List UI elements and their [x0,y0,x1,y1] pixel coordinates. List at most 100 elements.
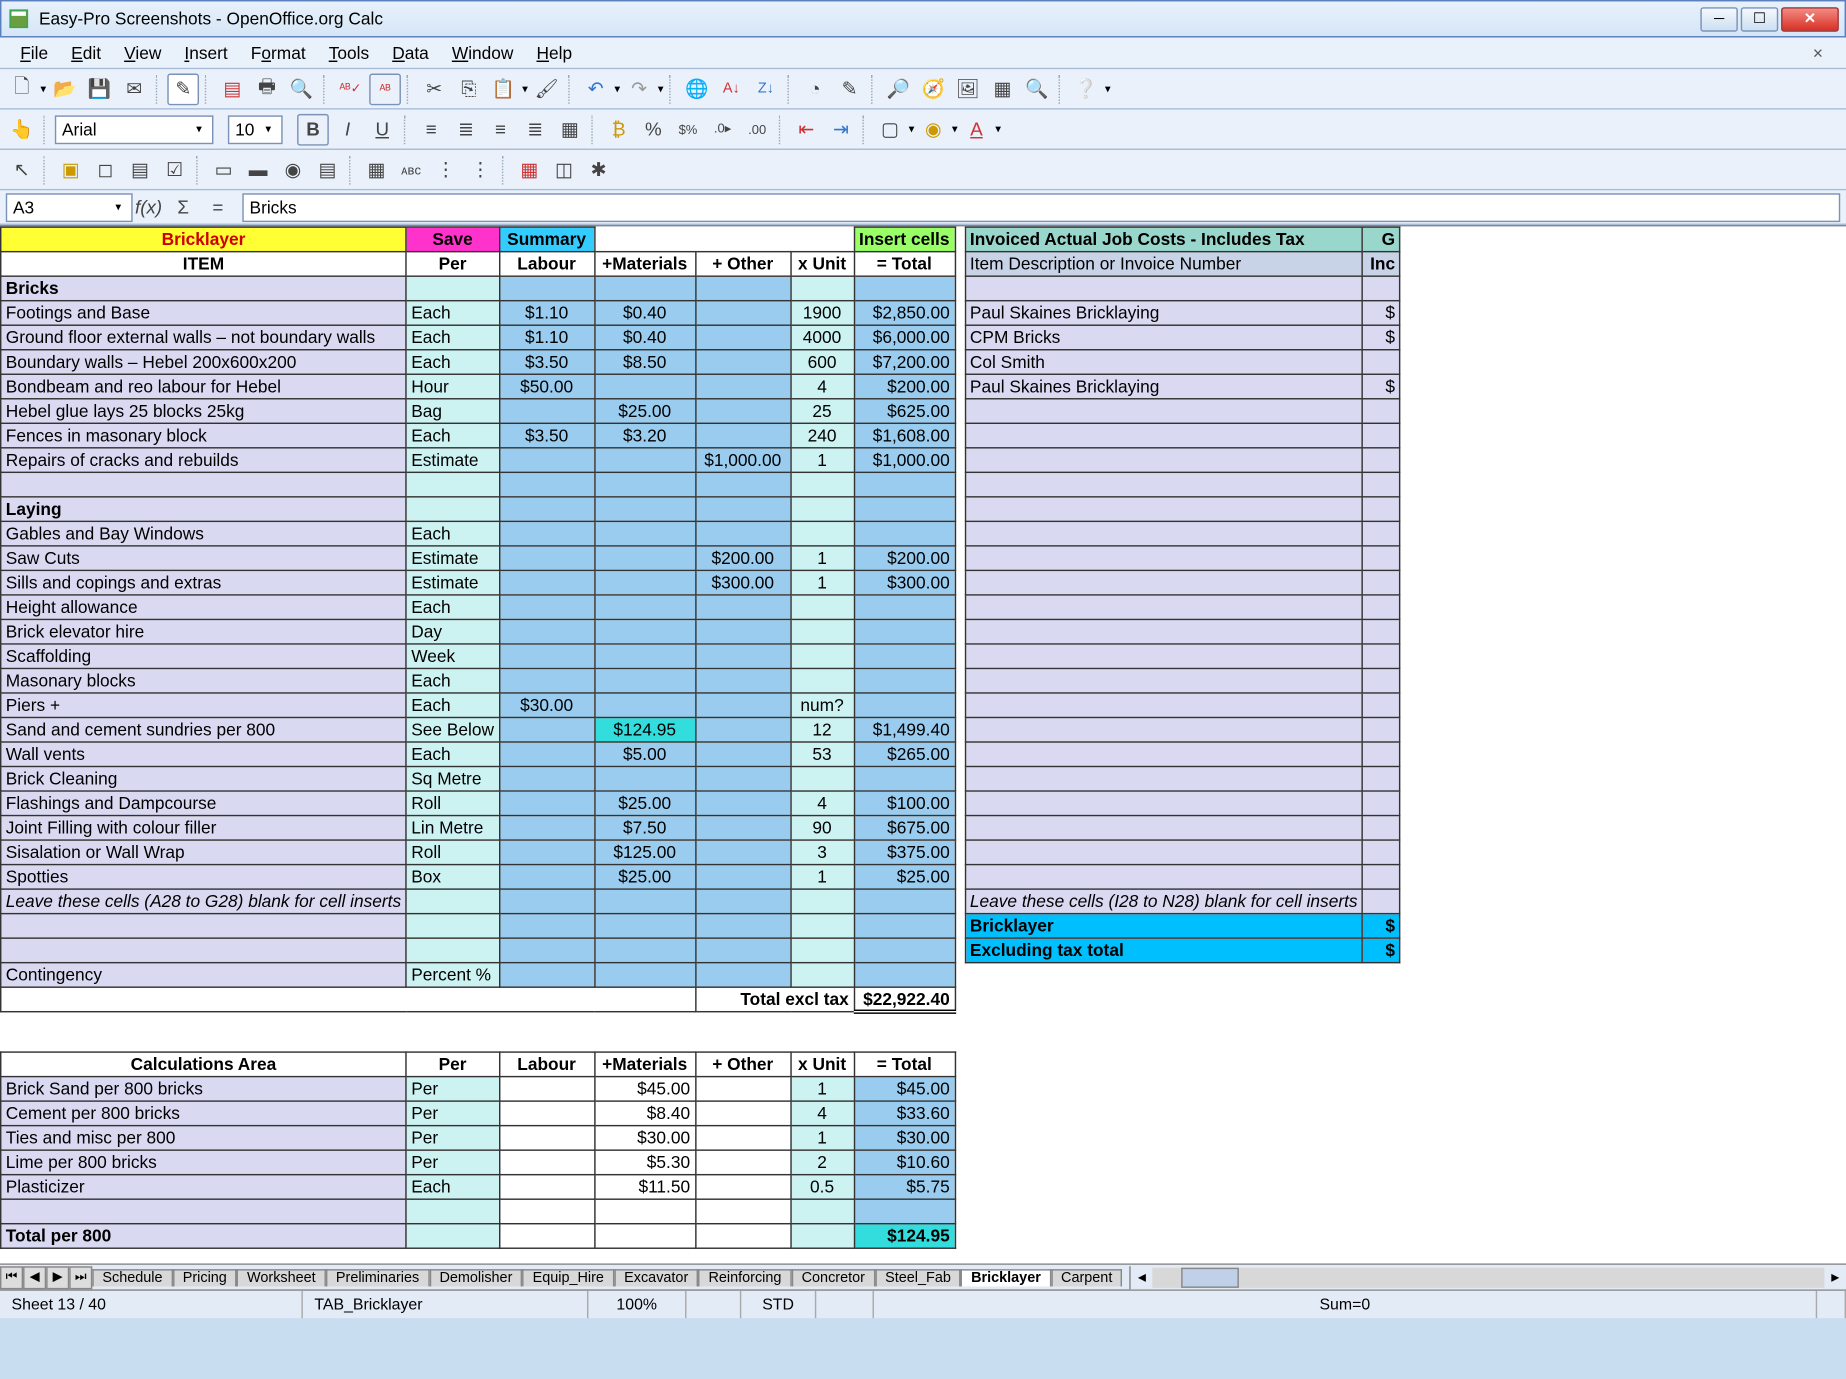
button-icon[interactable]: ▬ [242,154,274,186]
calc-cell[interactable] [499,1077,594,1102]
cell[interactable] [854,619,955,644]
calc-cell[interactable]: $30.00 [594,1126,695,1151]
invoice-cell[interactable]: Bricklayer [965,914,1363,939]
cell[interactable]: Roll [406,791,499,816]
status-mode[interactable]: STD [741,1291,816,1318]
cell[interactable] [695,374,790,399]
invoice-inc-cell[interactable] [1363,668,1400,693]
menu-file[interactable]: File [9,40,60,66]
invoice-cell[interactable]: Paul Skaines Bricklaying [965,301,1363,326]
cell[interactable]: $300.00 [695,570,790,595]
cell[interactable]: 240 [790,423,853,448]
cell[interactable]: Each [406,693,499,718]
cell[interactable]: Gables and Bay Windows [1,521,406,546]
cell[interactable]: $1.10 [499,325,594,350]
invoice-cell[interactable] [965,423,1363,448]
font-size-input[interactable] [228,115,283,144]
cell[interactable] [790,914,853,939]
cell[interactable] [594,889,695,914]
cell[interactable]: $200.00 [695,546,790,571]
cell[interactable]: Roll [406,840,499,865]
save-icon[interactable]: 💾 [84,73,116,105]
textbox-icon[interactable]: ▭ [208,154,240,186]
cell[interactable]: Contingency [1,963,406,988]
cell[interactable] [854,767,955,792]
menu-insert[interactable]: Insert [173,40,239,66]
cell[interactable] [695,668,790,693]
cell[interactable]: 90 [790,816,853,841]
menu-data[interactable]: Data [381,40,441,66]
cell[interactable] [499,865,594,890]
cell[interactable] [406,914,499,939]
invoice-inc-cell[interactable] [1363,399,1400,424]
cell[interactable] [695,840,790,865]
cell[interactable]: $265.00 [854,742,955,767]
cell[interactable]: 25 [790,399,853,424]
calc-cell[interactable]: 1 [790,1077,853,1102]
summary-button-cell[interactable]: Summary [499,227,594,252]
cut-icon[interactable]: ✂ [418,73,450,105]
calc-cell[interactable]: 1 [790,1126,853,1151]
cell[interactable] [790,644,853,669]
cell[interactable] [695,276,790,301]
calc-cell[interactable]: $10.60 [854,1150,955,1175]
pdf-icon[interactable]: ▤ [216,73,248,105]
cell[interactable]: 12 [790,717,853,742]
number-icon[interactable]: $% [672,113,704,145]
cell[interactable]: 1 [790,865,853,890]
cell[interactable]: $5.00 [594,742,695,767]
tab-next-icon[interactable]: ▶ [46,1266,69,1289]
invoice-cell[interactable] [965,693,1363,718]
calc-cell[interactable]: Per [406,1077,499,1102]
cell[interactable] [790,889,853,914]
cell[interactable]: 4000 [790,325,853,350]
insert-cells-button[interactable]: Insert cells [854,227,955,252]
cell[interactable] [854,914,955,939]
menu-format[interactable]: Format [239,40,317,66]
invoice-inc-cell[interactable]: $ [1363,374,1400,399]
tab-last-icon[interactable]: ⏭ [69,1266,92,1289]
combobox-icon[interactable]: ▦ [361,154,393,186]
cell[interactable]: $1,499.40 [854,717,955,742]
cell[interactable]: Each [406,668,499,693]
cell[interactable]: Sand and cement sundries per 800 [1,717,406,742]
calc-cell[interactable]: Plasticizer [1,1175,406,1200]
invoice-inc-cell[interactable] [1363,717,1400,742]
cell[interactable] [695,619,790,644]
mail-icon[interactable]: ✉ [118,73,150,105]
cell[interactable] [594,668,695,693]
calc-cell[interactable] [695,1175,790,1200]
cell[interactable]: $1,000.00 [854,448,955,473]
cell[interactable]: $625.00 [854,399,955,424]
cell[interactable]: 53 [790,742,853,767]
nav-icon[interactable]: ◫ [548,154,580,186]
invoice-cell[interactable] [965,742,1363,767]
more2-icon[interactable]: ⋮ [464,154,496,186]
cell[interactable] [790,619,853,644]
main-grid[interactable]: Bricklayer Save Summary Insert cells Inv… [0,226,1401,1249]
calc-cell[interactable]: Each [406,1175,499,1200]
cell[interactable] [594,644,695,669]
cell[interactable]: Percent % [406,963,499,988]
invoice-cell[interactable] [965,816,1363,841]
cell[interactable]: $100.00 [854,791,955,816]
help-icon[interactable]: ❔ [1070,73,1102,105]
cell[interactable] [499,619,594,644]
cell[interactable]: See Below [406,717,499,742]
invoice-cell[interactable] [965,448,1363,473]
cell[interactable]: $1.10 [499,301,594,326]
cell[interactable]: Box [406,865,499,890]
cell[interactable]: Each [406,595,499,620]
invoice-inc-cell[interactable]: $ [1363,938,1400,963]
invoice-inc-cell[interactable]: $ [1363,301,1400,326]
sheet-tab-equip_hire[interactable]: Equip_Hire [522,1269,614,1286]
cell[interactable] [594,619,695,644]
cell[interactable] [695,791,790,816]
calc-cell[interactable]: 4 [790,1101,853,1126]
invoice-cell[interactable] [965,619,1363,644]
sheet-tab-schedule[interactable]: Schedule [92,1269,172,1286]
calc-cell[interactable]: $11.50 [594,1175,695,1200]
invoice-cell[interactable]: Excluding tax total [965,938,1363,963]
calc-cell[interactable]: Lime per 800 bricks [1,1150,406,1175]
cell[interactable] [854,644,955,669]
